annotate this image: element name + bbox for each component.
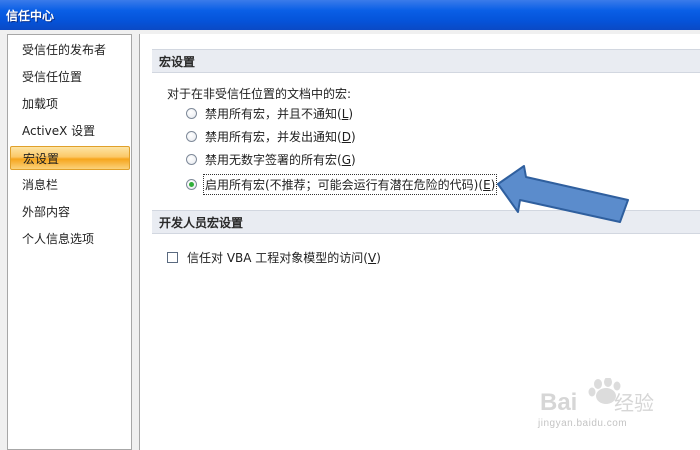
radio-button[interactable]	[186, 153, 197, 165]
radio-disable-with-notify[interactable]: 禁用所有宏，并发出通知(D)	[186, 126, 356, 146]
radio-enable-all[interactable]: 启用所有宏(不推荐；可能会运行有潜在危险的代码)(E)	[186, 173, 498, 195]
watermark-url: jingyan.baidu.com	[538, 418, 628, 429]
macro-settings-description: 对于在非受信任位置的文档中的宏:	[167, 87, 352, 101]
window-title: 信任中心	[6, 9, 55, 23]
sidebar-item-privacy-options[interactable]: 个人信息选项	[10, 227, 130, 251]
sidebar: 受信任的发布者 受信任位置 加载项 ActiveX 设置 宏设置 消息栏 外部内…	[7, 34, 132, 450]
radio-button[interactable]	[186, 130, 197, 142]
sidebar-item-add-ins[interactable]: 加载项	[10, 92, 130, 116]
macro-settings-header: 宏设置	[152, 49, 700, 73]
title-bar: 信任中心	[0, 0, 700, 30]
checkbox-label: 信任对 VBA 工程对象模型的访问(V)	[187, 250, 381, 265]
radio-label: 启用所有宏(不推荐；可能会运行有潜在危险的代码)(E)	[202, 173, 498, 195]
sidebar-item-trusted-publishers[interactable]: 受信任的发布者	[10, 38, 130, 62]
radio-button-checked[interactable]	[186, 178, 197, 190]
checkbox[interactable]	[167, 251, 178, 263]
sidebar-item-external-content[interactable]: 外部内容	[10, 200, 130, 224]
annotation-arrow-icon	[497, 165, 629, 223]
radio-label: 禁用无数字签署的所有宏(G)	[205, 152, 356, 167]
sidebar-item-activex-settings[interactable]: ActiveX 设置	[10, 119, 130, 143]
radio-label: 禁用所有宏，并且不通知(L)	[205, 106, 354, 121]
radio-disable-no-notify[interactable]: 禁用所有宏，并且不通知(L)	[186, 103, 353, 123]
baidu-paw-logo-icon: Bai 经验	[540, 378, 654, 416]
svg-text:经验: 经验	[614, 391, 654, 415]
radio-disable-unsigned[interactable]: 禁用无数字签署的所有宏(G)	[186, 149, 356, 169]
radio-button[interactable]	[186, 107, 197, 119]
radio-label: 禁用所有宏，并发出通知(D)	[205, 129, 356, 144]
sidebar-item-macro-settings[interactable]: 宏设置	[10, 146, 130, 170]
sidebar-item-trusted-locations[interactable]: 受信任位置	[10, 65, 130, 89]
svg-text:Bai: Bai	[540, 389, 577, 416]
checkbox-trust-vba[interactable]: 信任对 VBA 工程对象模型的访问(V)	[167, 247, 381, 267]
sidebar-item-message-bar[interactable]: 消息栏	[10, 173, 130, 197]
